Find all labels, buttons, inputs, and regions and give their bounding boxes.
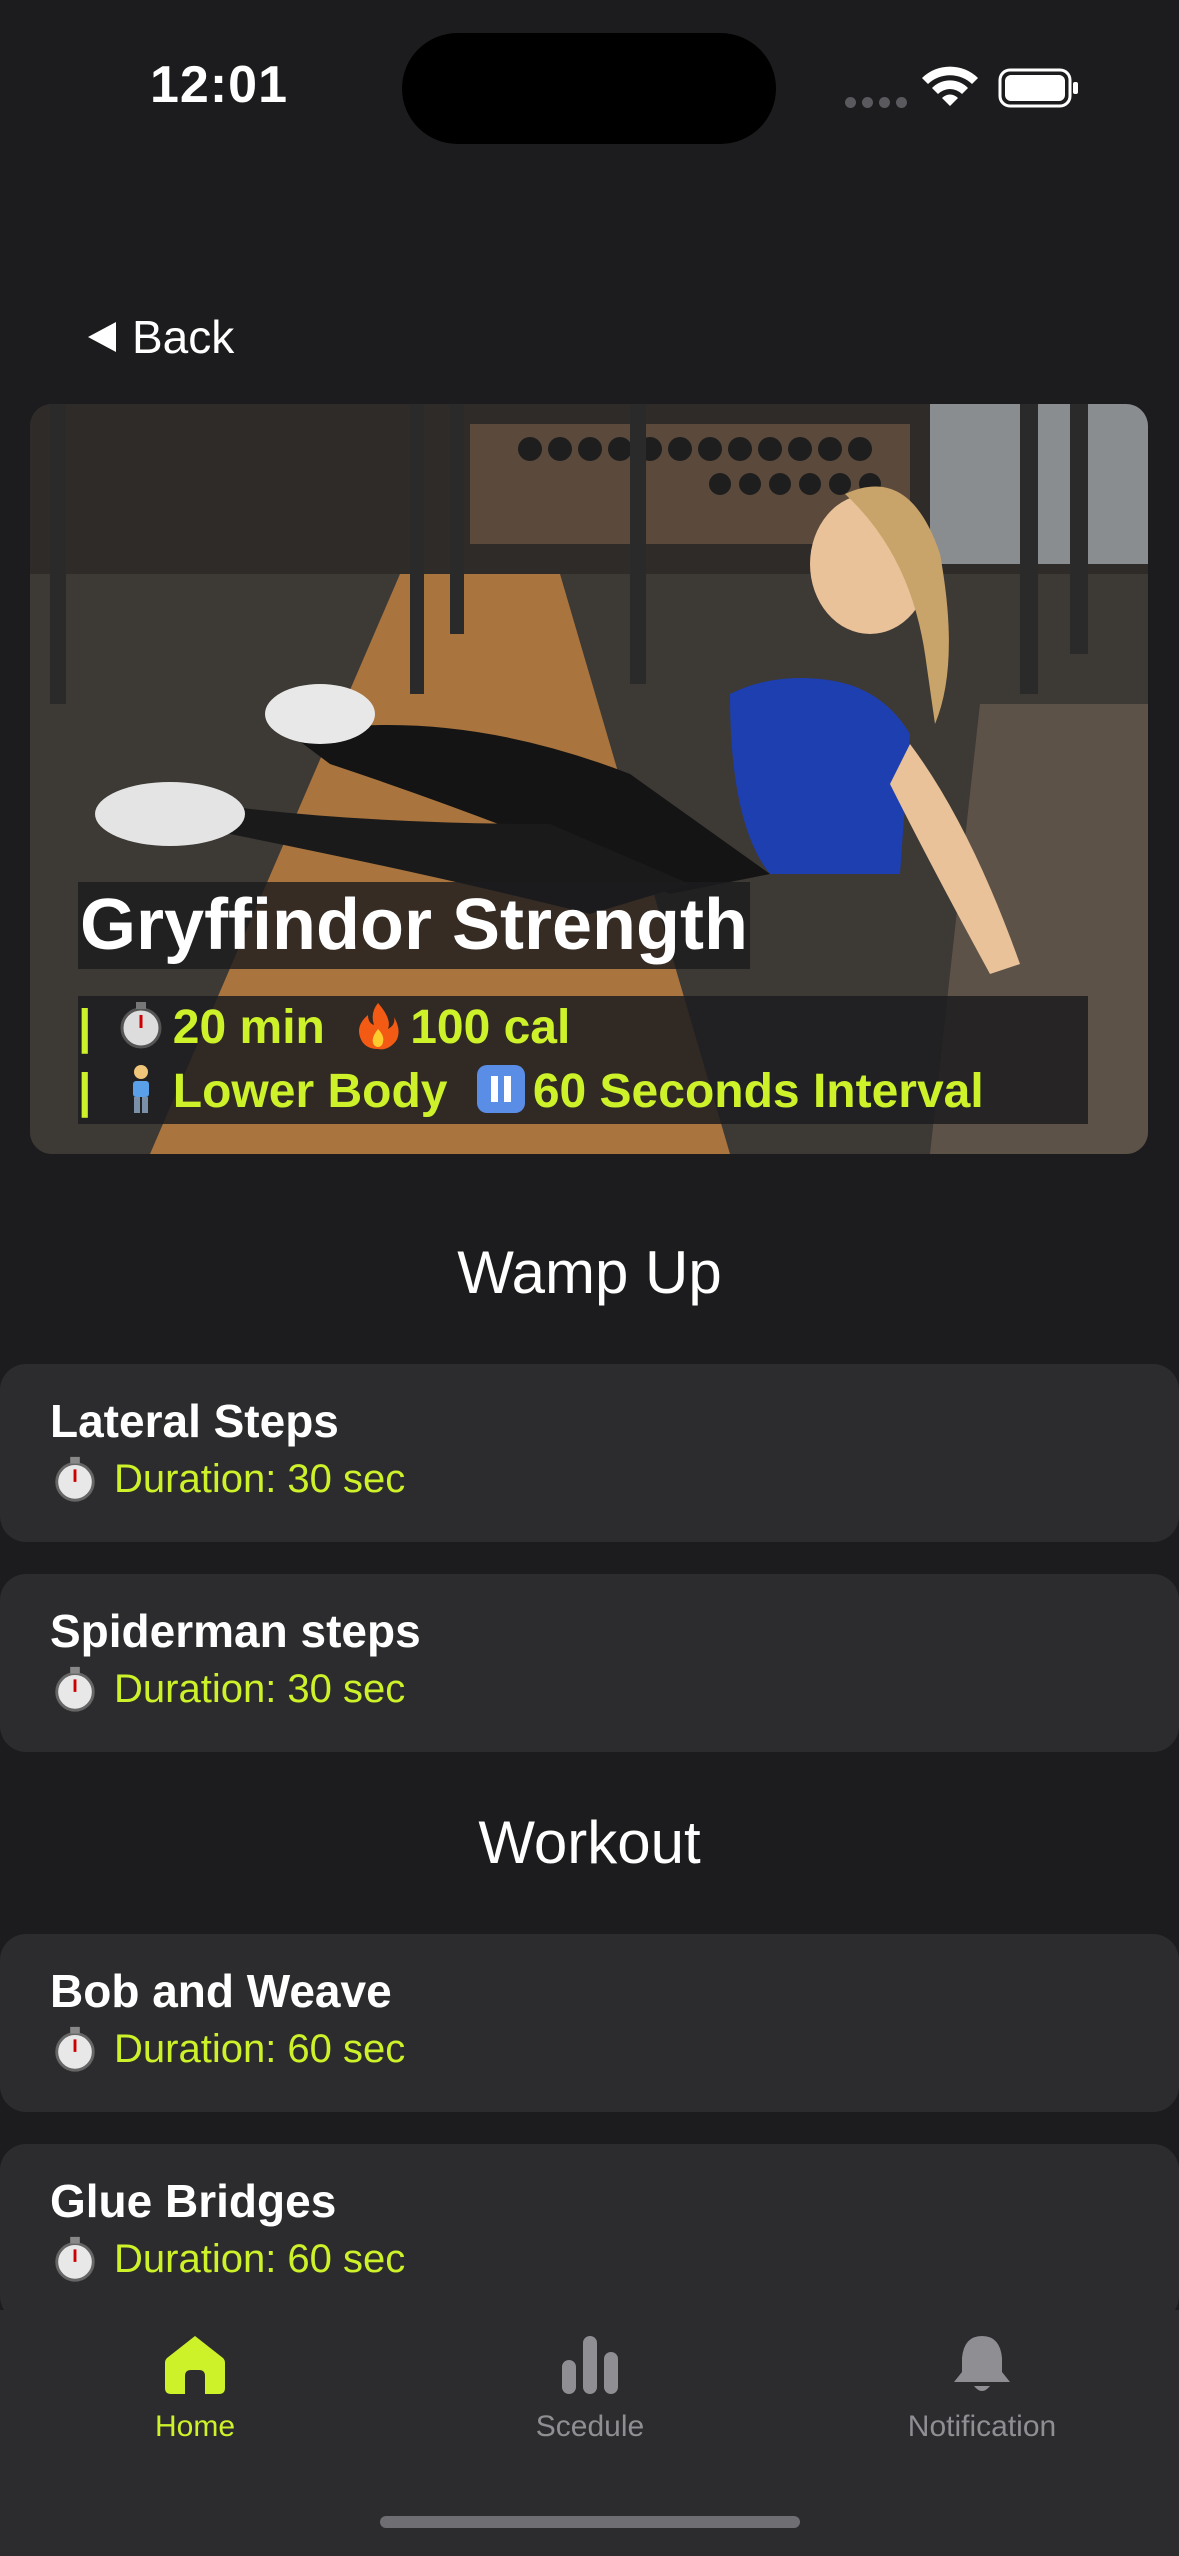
exercise-card[interactable]: Lateral Steps Duration: 30 sec [0, 1364, 1179, 1542]
tab-home[interactable]: Home [45, 2310, 345, 2510]
fire-icon [359, 1003, 399, 1050]
tab-notification[interactable]: Notification [832, 2310, 1132, 2510]
battery-icon [998, 68, 1078, 108]
exercise-card[interactable]: Glue Bridges Duration: 60 sec [0, 2144, 1179, 2322]
workout-duration: 20 min [172, 1001, 325, 1054]
exercise-duration: Duration: 60 sec [50, 2234, 405, 2284]
exercise-name: Glue Bridges [50, 2175, 337, 2227]
pause-icon [476, 1065, 525, 1113]
back-label: Back [132, 311, 235, 363]
tab-schedule[interactable]: Scedule [440, 2310, 740, 2510]
back-arrow-icon [88, 322, 116, 352]
status-time: 12:01 [150, 56, 288, 114]
exercise-duration: Duration: 30 sec [50, 1454, 405, 1504]
back-button[interactable]: Back [88, 310, 234, 364]
workout-hero-card: Gryffindor Strength | 20 min 100 cal | L… [30, 404, 1148, 1154]
workout-title: Gryffindor Strength [78, 882, 750, 970]
exercise-duration: Duration: 30 sec [50, 1664, 405, 1714]
dynamic-island [402, 33, 776, 144]
exercise-duration: Duration: 60 sec [50, 2024, 405, 2074]
tab-home-label: Home [154, 2410, 236, 2443]
status-bar: 12:01 [0, 0, 1179, 170]
exercise-card[interactable]: Bob and Weave Duration: 60 sec [0, 1934, 1179, 2112]
section-title-warmup: Wamp Up [457, 1239, 722, 1306]
workout-interval: 60 Seconds Interval [532, 1065, 984, 1118]
tab-schedule-label: Scedule [535, 2410, 645, 2443]
workout-body-part: Lower Body [172, 1065, 448, 1118]
home-indicator[interactable] [380, 2516, 800, 2528]
tab-notification-label: Notification [907, 2410, 1057, 2443]
bar-chart-icon [562, 2336, 618, 2394]
bell-icon [954, 2336, 1010, 2391]
stopwatch-icon [55, 1456, 95, 1502]
exercise-name: Bob and Weave [50, 1965, 392, 2017]
stopwatch-icon [55, 2026, 95, 2072]
stopwatch-icon [120, 1002, 162, 1049]
workout-meta: | 20 min 100 cal | Lower Body 60 Seconds… [78, 996, 1088, 1124]
person-icon [132, 1065, 149, 1113]
stopwatch-icon [55, 2236, 95, 2282]
exercise-card[interactable]: Spiderman steps Duration: 30 sec [0, 1574, 1179, 1752]
cellular-signal-icon [845, 95, 913, 113]
stopwatch-icon [55, 1666, 95, 1712]
workout-calories: 100 cal [410, 1001, 571, 1054]
wifi-icon [922, 66, 978, 106]
exercise-name: Lateral Steps [50, 1395, 339, 1447]
exercise-name: Spiderman steps [50, 1605, 421, 1657]
section-title-workout: Workout [478, 1809, 701, 1876]
home-icon [165, 2336, 225, 2394]
